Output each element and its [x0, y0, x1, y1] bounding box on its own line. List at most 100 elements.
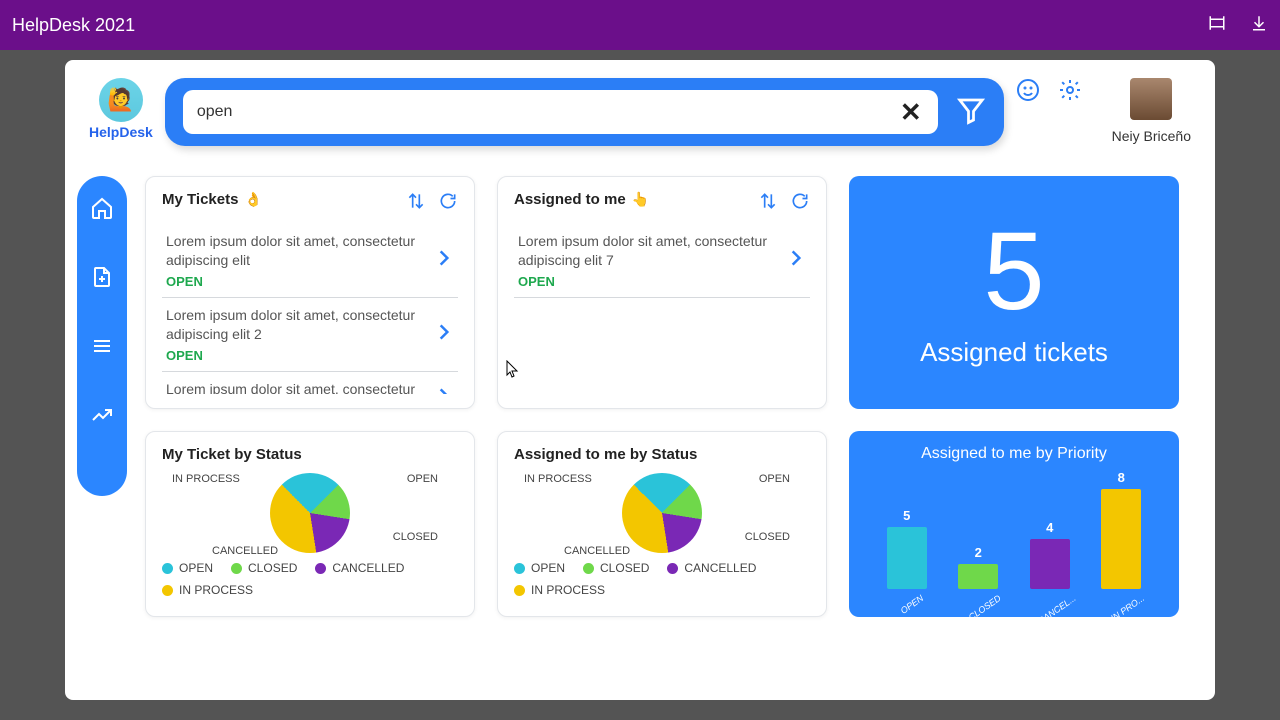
bar [887, 527, 927, 590]
settings-icon[interactable] [1058, 78, 1082, 107]
panel-priority: Assigned to me by Priority 5OPEN2CLOSED4… [849, 431, 1179, 617]
refresh-icon[interactable] [790, 191, 810, 216]
legend-label: IN PROCESS [179, 583, 253, 597]
point-up-icon: 👆 [632, 191, 649, 208]
ticket-status: OPEN [166, 348, 426, 363]
assigned-count-value: 5 [983, 217, 1044, 327]
ticket-row[interactable]: Lorem ipsum dolor sit amet, consecteturO… [162, 372, 458, 394]
bar-value: 5 [903, 508, 910, 523]
filter-icon[interactable] [956, 95, 986, 130]
avatar [1130, 78, 1172, 120]
nav-list-icon[interactable] [90, 334, 114, 363]
legend-dot [231, 563, 242, 574]
pie-chart: OPEN CLOSED CANCELLED IN PROCESS [514, 473, 810, 553]
legend-label: OPEN [179, 561, 213, 575]
legend-dot [667, 563, 678, 574]
tile-assigned-count[interactable]: 5 Assigned tickets [849, 176, 1179, 409]
app-canvas: 🙋 HelpDesk ✕ Neiy Briceño [65, 60, 1215, 700]
search-box: ✕ [183, 90, 938, 134]
slice-label-inprocess: IN PROCESS [172, 473, 240, 485]
chevron-right-icon[interactable] [786, 244, 806, 277]
search-input[interactable] [197, 103, 894, 121]
panel-title-text: My Tickets [162, 191, 238, 208]
chevron-right-icon[interactable] [434, 382, 454, 394]
panel-assigned-status: Assigned to me by Status OPEN CLOSED CAN… [497, 431, 827, 617]
legend-dot [514, 585, 525, 596]
ticket-title: Lorem ipsum dolor sit amet, consectetur … [518, 232, 778, 270]
panel-title: Assigned to me by Status [514, 446, 810, 463]
legend-item: CLOSED [583, 561, 649, 575]
bar [1101, 489, 1141, 589]
legend-dot [162, 563, 173, 574]
bar-label: CLOSED [966, 593, 1002, 622]
refresh-icon[interactable] [438, 191, 458, 216]
nav-home-icon[interactable] [90, 196, 114, 225]
slice-label-inprocess: IN PROCESS [524, 473, 592, 485]
brand-logo[interactable]: 🙋 HelpDesk [89, 78, 153, 140]
ticket-title: Lorem ipsum dolor sit amet, consectetur … [166, 232, 426, 270]
legend-label: CANCELLED [684, 561, 756, 575]
window-expand-icon[interactable] [1208, 14, 1226, 37]
panel-assigned: Assigned to me 👆 Lorem ipsum dolor sit a… [497, 176, 827, 409]
bar [958, 564, 998, 589]
user-name: Neiy Briceño [1112, 128, 1191, 144]
legend-item: CANCELLED [667, 561, 756, 575]
ticket-title: Lorem ipsum dolor sit amet, consectetur [166, 380, 426, 394]
bar-label: CANCEL... [1036, 593, 1078, 626]
bar-column: 4CANCEL... [1026, 520, 1074, 603]
legend-label: CLOSED [600, 561, 649, 575]
legend-label: OPEN [531, 561, 565, 575]
slice-label-closed: CLOSED [393, 531, 438, 543]
chevron-right-icon[interactable] [434, 244, 454, 277]
search-bar: ✕ [165, 78, 1004, 146]
sort-icon[interactable] [758, 191, 778, 216]
clear-icon[interactable]: ✕ [894, 97, 928, 128]
bar-column: 2CLOSED [954, 545, 1002, 603]
ticket-status: OPEN [518, 274, 778, 289]
user-profile[interactable]: Neiy Briceño [1112, 78, 1191, 144]
slice-label-open: OPEN [759, 473, 790, 485]
bar-column: 8IN PRO... [1097, 470, 1145, 603]
slice-label-closed: CLOSED [745, 531, 790, 543]
legend-item: IN PROCESS [514, 583, 605, 597]
chevron-right-icon[interactable] [434, 318, 454, 351]
assigned-count-label: Assigned tickets [920, 337, 1108, 368]
brand-label: HelpDesk [89, 124, 153, 140]
pie-chart: OPEN CLOSED CANCELLED IN PROCESS [162, 473, 458, 553]
ticket-row[interactable]: Lorem ipsum dolor sit amet, consectetur … [514, 224, 810, 298]
panel-title-text: Assigned to me [514, 191, 626, 208]
title-bar: HelpDesk 2021 [0, 0, 1280, 50]
legend-dot [162, 585, 173, 596]
legend-dot [583, 563, 594, 574]
panel-my-status: My Ticket by Status OPEN CLOSED CANCELLE… [145, 431, 475, 617]
nav-analytics-icon[interactable] [90, 403, 114, 432]
bar-column: 5OPEN [883, 508, 931, 604]
legend-item: OPEN [514, 561, 565, 575]
legend-item: IN PROCESS [162, 583, 253, 597]
bar [1030, 539, 1070, 589]
feedback-icon[interactable] [1016, 78, 1040, 107]
ticket-status: OPEN [166, 274, 426, 289]
nav-new-icon[interactable] [90, 265, 114, 294]
ticket-list[interactable]: Lorem ipsum dolor sit amet, consectetur … [514, 224, 810, 394]
legend: OPEN CLOSED CANCELLED IN PROCESS [514, 561, 810, 597]
bar-value: 2 [975, 545, 982, 560]
legend-dot [514, 563, 525, 574]
sort-icon[interactable] [406, 191, 426, 216]
legend-dot [315, 563, 326, 574]
legend-label: IN PROCESS [531, 583, 605, 597]
slice-label-cancelled: CANCELLED [212, 545, 278, 557]
download-icon[interactable] [1250, 14, 1268, 37]
ticket-row[interactable]: Lorem ipsum dolor sit amet, consectetur … [162, 224, 458, 298]
legend-item: CANCELLED [315, 561, 404, 575]
ticket-row[interactable]: Lorem ipsum dolor sit amet, consectetur … [162, 298, 458, 372]
legend: OPENCLOSEDCANCELLEDIN PROCESS [162, 561, 458, 597]
bar-label: IN PRO... [1109, 593, 1146, 623]
bar-value: 8 [1118, 470, 1125, 485]
panel-title: My Ticket by Status [162, 446, 458, 463]
panel-my-tickets: My Tickets 👌 Lorem ipsum dolor sit amet,… [145, 176, 475, 409]
ticket-list[interactable]: Lorem ipsum dolor sit amet, consectetur … [162, 224, 458, 394]
slice-label-cancelled: CANCELLED [564, 545, 630, 557]
ticket-title: Lorem ipsum dolor sit amet, consectetur … [166, 306, 426, 344]
bar-value: 4 [1046, 520, 1053, 535]
